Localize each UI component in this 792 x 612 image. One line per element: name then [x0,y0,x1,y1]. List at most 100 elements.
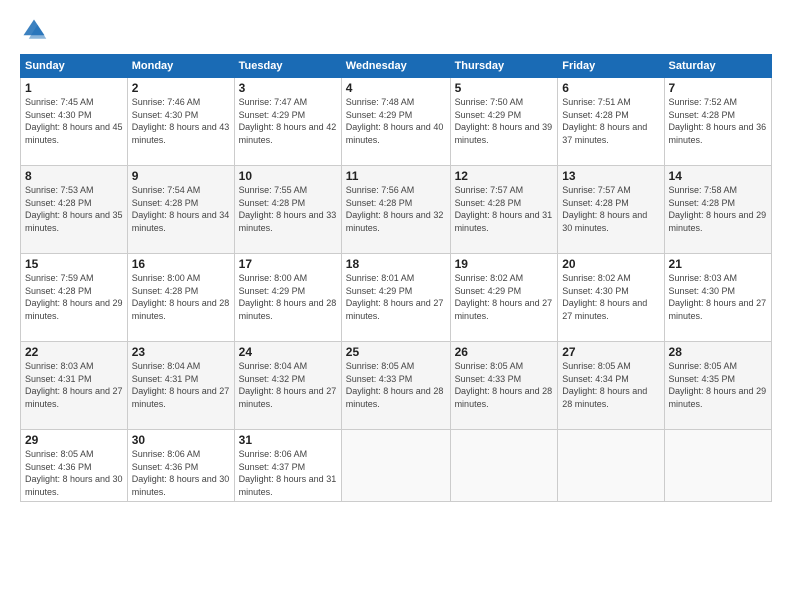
day-number: 16 [132,257,230,271]
logo [20,16,52,44]
day-info: Sunrise: 7:57 AM Sunset: 4:28 PM Dayligh… [562,184,659,234]
calendar-cell: 7 Sunrise: 7:52 AM Sunset: 4:28 PM Dayli… [664,78,771,166]
calendar-cell: 13 Sunrise: 7:57 AM Sunset: 4:28 PM Dayl… [558,166,664,254]
day-info: Sunrise: 8:05 AM Sunset: 4:35 PM Dayligh… [669,360,767,410]
day-number: 11 [346,169,446,183]
day-info: Sunrise: 7:59 AM Sunset: 4:28 PM Dayligh… [25,272,123,322]
day-info: Sunrise: 7:55 AM Sunset: 4:28 PM Dayligh… [239,184,337,234]
calendar-cell: 21 Sunrise: 8:03 AM Sunset: 4:30 PM Dayl… [664,254,771,342]
calendar-week-row: 1 Sunrise: 7:45 AM Sunset: 4:30 PM Dayli… [21,78,772,166]
day-number: 1 [25,81,123,95]
weekday-header-friday: Friday [558,55,664,78]
day-number: 2 [132,81,230,95]
day-number: 19 [455,257,554,271]
day-info: Sunrise: 8:02 AM Sunset: 4:30 PM Dayligh… [562,272,659,322]
day-info: Sunrise: 7:56 AM Sunset: 4:28 PM Dayligh… [346,184,446,234]
day-number: 3 [239,81,337,95]
day-info: Sunrise: 7:48 AM Sunset: 4:29 PM Dayligh… [346,96,446,146]
calendar-cell: 8 Sunrise: 7:53 AM Sunset: 4:28 PM Dayli… [21,166,128,254]
calendar-cell: 22 Sunrise: 8:03 AM Sunset: 4:31 PM Dayl… [21,342,128,430]
day-number: 12 [455,169,554,183]
day-number: 7 [669,81,767,95]
calendar-cell: 17 Sunrise: 8:00 AM Sunset: 4:29 PM Dayl… [234,254,341,342]
calendar-week-row: 22 Sunrise: 8:03 AM Sunset: 4:31 PM Dayl… [21,342,772,430]
header [20,16,772,44]
day-info: Sunrise: 8:01 AM Sunset: 4:29 PM Dayligh… [346,272,446,322]
calendar-cell: 9 Sunrise: 7:54 AM Sunset: 4:28 PM Dayli… [127,166,234,254]
day-number: 21 [669,257,767,271]
day-info: Sunrise: 7:45 AM Sunset: 4:30 PM Dayligh… [25,96,123,146]
calendar-cell: 27 Sunrise: 8:05 AM Sunset: 4:34 PM Dayl… [558,342,664,430]
day-info: Sunrise: 7:52 AM Sunset: 4:28 PM Dayligh… [669,96,767,146]
day-number: 5 [455,81,554,95]
day-number: 4 [346,81,446,95]
page: SundayMondayTuesdayWednesdayThursdayFrid… [0,0,792,612]
day-info: Sunrise: 7:58 AM Sunset: 4:28 PM Dayligh… [669,184,767,234]
calendar-cell: 3 Sunrise: 7:47 AM Sunset: 4:29 PM Dayli… [234,78,341,166]
day-number: 14 [669,169,767,183]
day-info: Sunrise: 8:06 AM Sunset: 4:36 PM Dayligh… [132,448,230,498]
day-info: Sunrise: 8:00 AM Sunset: 4:28 PM Dayligh… [132,272,230,322]
calendar-cell: 25 Sunrise: 8:05 AM Sunset: 4:33 PM Dayl… [341,342,450,430]
calendar-cell: 24 Sunrise: 8:04 AM Sunset: 4:32 PM Dayl… [234,342,341,430]
calendar-week-row: 29 Sunrise: 8:05 AM Sunset: 4:36 PM Dayl… [21,430,772,502]
day-number: 26 [455,345,554,359]
calendar-cell: 15 Sunrise: 7:59 AM Sunset: 4:28 PM Dayl… [21,254,128,342]
day-number: 10 [239,169,337,183]
calendar-cell [558,430,664,502]
day-number: 20 [562,257,659,271]
calendar-cell: 23 Sunrise: 8:04 AM Sunset: 4:31 PM Dayl… [127,342,234,430]
day-number: 24 [239,345,337,359]
day-info: Sunrise: 8:05 AM Sunset: 4:33 PM Dayligh… [346,360,446,410]
day-info: Sunrise: 8:05 AM Sunset: 4:33 PM Dayligh… [455,360,554,410]
calendar-cell: 20 Sunrise: 8:02 AM Sunset: 4:30 PM Dayl… [558,254,664,342]
calendar-cell: 1 Sunrise: 7:45 AM Sunset: 4:30 PM Dayli… [21,78,128,166]
calendar-header-row: SundayMondayTuesdayWednesdayThursdayFrid… [21,55,772,78]
day-number: 18 [346,257,446,271]
day-number: 30 [132,433,230,447]
calendar-cell: 28 Sunrise: 8:05 AM Sunset: 4:35 PM Dayl… [664,342,771,430]
day-number: 25 [346,345,446,359]
day-info: Sunrise: 7:57 AM Sunset: 4:28 PM Dayligh… [455,184,554,234]
calendar-cell: 10 Sunrise: 7:55 AM Sunset: 4:28 PM Dayl… [234,166,341,254]
calendar-cell: 30 Sunrise: 8:06 AM Sunset: 4:36 PM Dayl… [127,430,234,502]
calendar-cell: 2 Sunrise: 7:46 AM Sunset: 4:30 PM Dayli… [127,78,234,166]
day-info: Sunrise: 8:04 AM Sunset: 4:32 PM Dayligh… [239,360,337,410]
day-number: 8 [25,169,123,183]
day-number: 6 [562,81,659,95]
day-number: 22 [25,345,123,359]
weekday-header-thursday: Thursday [450,55,558,78]
day-info: Sunrise: 8:02 AM Sunset: 4:29 PM Dayligh… [455,272,554,322]
day-info: Sunrise: 7:46 AM Sunset: 4:30 PM Dayligh… [132,96,230,146]
calendar-cell: 6 Sunrise: 7:51 AM Sunset: 4:28 PM Dayli… [558,78,664,166]
weekday-header-wednesday: Wednesday [341,55,450,78]
calendar-week-row: 8 Sunrise: 7:53 AM Sunset: 4:28 PM Dayli… [21,166,772,254]
day-number: 17 [239,257,337,271]
day-number: 9 [132,169,230,183]
day-number: 15 [25,257,123,271]
calendar-cell: 26 Sunrise: 8:05 AM Sunset: 4:33 PM Dayl… [450,342,558,430]
weekday-header-saturday: Saturday [664,55,771,78]
weekday-header-tuesday: Tuesday [234,55,341,78]
day-info: Sunrise: 8:03 AM Sunset: 4:31 PM Dayligh… [25,360,123,410]
day-number: 28 [669,345,767,359]
day-number: 13 [562,169,659,183]
weekday-header-monday: Monday [127,55,234,78]
day-number: 29 [25,433,123,447]
day-info: Sunrise: 8:05 AM Sunset: 4:36 PM Dayligh… [25,448,123,498]
calendar-cell: 19 Sunrise: 8:02 AM Sunset: 4:29 PM Dayl… [450,254,558,342]
day-info: Sunrise: 7:51 AM Sunset: 4:28 PM Dayligh… [562,96,659,146]
calendar-cell: 14 Sunrise: 7:58 AM Sunset: 4:28 PM Dayl… [664,166,771,254]
calendar-cell: 31 Sunrise: 8:06 AM Sunset: 4:37 PM Dayl… [234,430,341,502]
day-info: Sunrise: 8:00 AM Sunset: 4:29 PM Dayligh… [239,272,337,322]
calendar-table: SundayMondayTuesdayWednesdayThursdayFrid… [20,54,772,502]
calendar-cell: 12 Sunrise: 7:57 AM Sunset: 4:28 PM Dayl… [450,166,558,254]
day-info: Sunrise: 8:03 AM Sunset: 4:30 PM Dayligh… [669,272,767,322]
day-info: Sunrise: 7:50 AM Sunset: 4:29 PM Dayligh… [455,96,554,146]
calendar-cell [450,430,558,502]
day-info: Sunrise: 8:04 AM Sunset: 4:31 PM Dayligh… [132,360,230,410]
calendar-cell: 29 Sunrise: 8:05 AM Sunset: 4:36 PM Dayl… [21,430,128,502]
calendar-cell: 4 Sunrise: 7:48 AM Sunset: 4:29 PM Dayli… [341,78,450,166]
calendar-cell: 11 Sunrise: 7:56 AM Sunset: 4:28 PM Dayl… [341,166,450,254]
day-info: Sunrise: 7:47 AM Sunset: 4:29 PM Dayligh… [239,96,337,146]
